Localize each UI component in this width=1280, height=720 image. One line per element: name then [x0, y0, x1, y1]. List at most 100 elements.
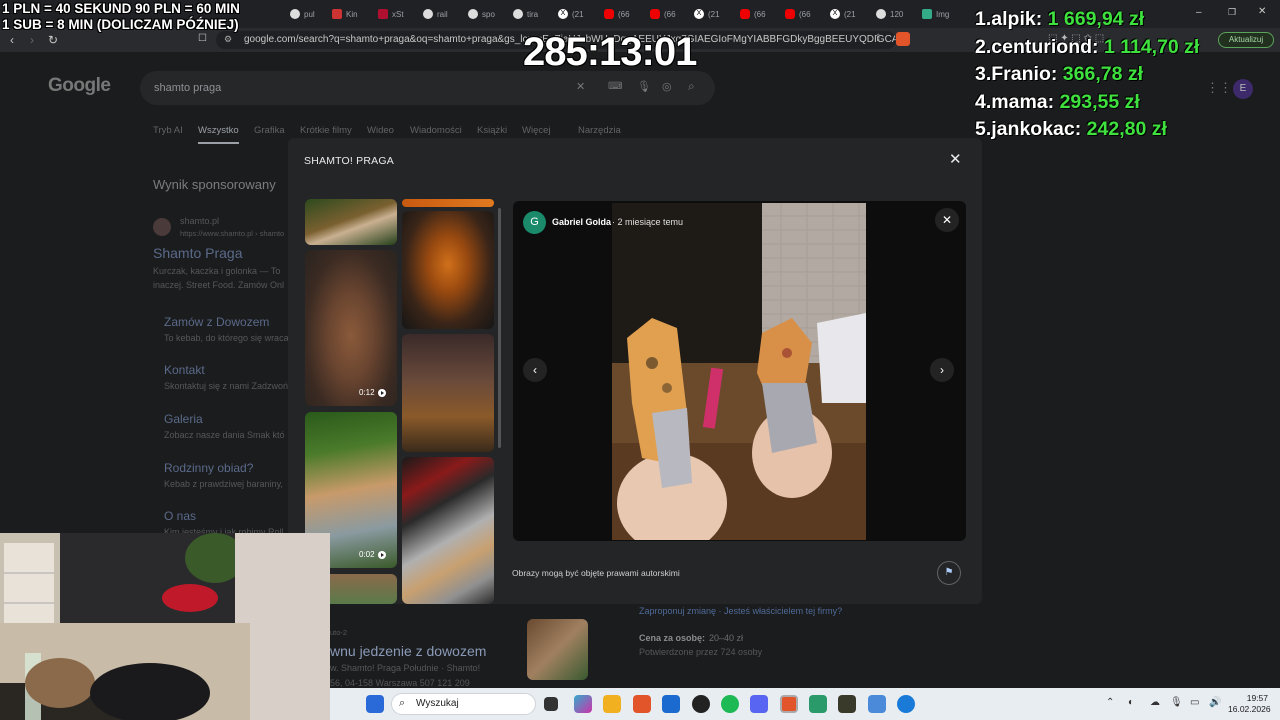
minimize-icon[interactable]: –	[1196, 7, 1202, 18]
previous-image-icon[interactable]: ‹	[523, 358, 547, 382]
taskbar-search[interactable]: Wyszukaj	[391, 693, 536, 715]
browser-tab[interactable]: spo	[468, 4, 495, 24]
account-avatar[interactable]: E	[1233, 79, 1253, 99]
suggest-edit-link[interactable]: Zaproponuj zmianę · Jesteś właścicielem …	[639, 606, 842, 616]
image-thumbnail[interactable]	[402, 211, 494, 329]
search-icon[interactable]: ⌕	[688, 79, 695, 94]
youtube-icon	[650, 9, 660, 19]
x-icon: X	[558, 9, 568, 19]
sitelink-about[interactable]: O nas	[164, 509, 196, 523]
clear-search-icon[interactable]: ✕	[576, 80, 585, 93]
close-window-icon[interactable]: ✕	[1258, 6, 1266, 17]
brave-shields-icon[interactable]	[896, 32, 910, 46]
tab-news[interactable]: Wiadomości	[410, 125, 462, 136]
x-icon: X	[830, 9, 840, 19]
sitelink-order[interactable]: Zamów z Dowozem	[164, 315, 269, 329]
file-explorer-icon[interactable]	[603, 695, 621, 713]
author-avatar[interactable]: G	[523, 211, 546, 234]
forward-icon[interactable]: ›	[30, 33, 34, 47]
start-icon[interactable]	[366, 695, 384, 713]
image-thumbnail[interactable]	[402, 334, 494, 452]
microphone-icon[interactable]: 🎙	[1170, 697, 1183, 708]
tab-tools[interactable]: Narzędzia	[578, 125, 621, 136]
thumbnail-scrollbar[interactable]	[498, 208, 501, 448]
browser-tab[interactable]: pul	[290, 4, 315, 24]
bookmark-icon[interactable]: ☐	[198, 33, 207, 44]
tab-books[interactable]: Książki	[477, 125, 507, 136]
browser-tab[interactable]: (66	[650, 4, 676, 24]
browser-tab[interactable]: X (21	[558, 4, 584, 24]
taskbar-clock[interactable]: 19:57 16.02.2026	[1228, 693, 1271, 715]
search-input[interactable]: shamto praga	[140, 71, 715, 105]
browser-tab[interactable]: 120	[876, 4, 903, 24]
browser-tab[interactable]: (66	[740, 4, 766, 24]
keyboard-icon[interactable]: ⌨	[608, 81, 622, 92]
tab-all[interactable]: Wszystko	[198, 125, 239, 144]
browser-tab[interactable]: (66	[604, 4, 630, 24]
browser-tab[interactable]: (66	[785, 4, 811, 24]
sitelink-desc: Skontaktuj się z nami Zadzwoń	[164, 381, 289, 391]
tray-cloud-icon[interactable]: ☁	[1150, 697, 1160, 708]
main-image[interactable]	[612, 203, 866, 540]
sitelink-gallery[interactable]: Galeria	[164, 412, 203, 426]
network-icon[interactable]: ▭	[1190, 697, 1199, 708]
store-icon[interactable]	[662, 695, 680, 713]
microphone-icon[interactable]: 🎙	[637, 80, 651, 93]
tab-images[interactable]: Grafika	[254, 125, 285, 136]
copyright-notice: Obrazy mogą być objęte prawami autorskim…	[512, 568, 680, 578]
tab-videos[interactable]: Wideo	[367, 125, 394, 136]
brave-active-icon[interactable]	[780, 695, 798, 713]
spotify-icon[interactable]	[721, 695, 739, 713]
back-icon[interactable]: ‹	[10, 33, 14, 47]
calculator-icon[interactable]	[868, 695, 886, 713]
copilot-icon[interactable]	[574, 695, 592, 713]
app-icon[interactable]	[809, 695, 827, 713]
task-view-icon[interactable]	[544, 697, 558, 711]
reload-icon[interactable]: ↻	[48, 33, 58, 47]
youtube-icon	[604, 9, 614, 19]
obs-icon[interactable]	[692, 695, 710, 713]
brave-icon[interactable]	[633, 695, 651, 713]
site-info-icon[interactable]: ⚙	[224, 34, 232, 45]
report-flag-icon[interactable]: ⚑	[937, 561, 961, 585]
price-value[interactable]: 20–40 zł	[709, 633, 743, 643]
apps-grid-icon[interactable]: ⋮⋮	[1206, 80, 1232, 96]
browser-tab[interactable]: X (21	[694, 4, 720, 24]
maximize-icon[interactable]: ❐	[1228, 7, 1236, 18]
discord-icon[interactable]	[750, 695, 768, 713]
close-icon[interactable]: ✕	[949, 150, 962, 168]
result-title-link[interactable]: wnu jedzenie z dowozem	[330, 643, 486, 659]
video-thumbnail[interactable]	[305, 250, 397, 406]
browser-tab[interactable]: tira	[513, 4, 538, 24]
result-thumbnail[interactable]	[527, 619, 588, 680]
browser-tab[interactable]: Kin	[332, 4, 358, 24]
lens-icon[interactable]: ◎	[662, 80, 672, 93]
share-icon[interactable]: ⇪	[874, 33, 882, 44]
tab-ai-mode[interactable]: Tryb AI	[153, 125, 183, 136]
browser-tab[interactable]: xSt	[378, 4, 404, 24]
browser-tab[interactable]: X (21	[830, 4, 856, 24]
next-image-icon[interactable]: ›	[930, 358, 954, 382]
kinguin-icon	[332, 9, 342, 19]
image-thumbnail[interactable]	[305, 199, 397, 245]
author-name[interactable]: Gabriel Golda	[552, 217, 611, 227]
volume-icon[interactable]: 🔊	[1209, 697, 1221, 708]
close-viewer-icon[interactable]: ✕	[935, 208, 959, 232]
app-icon[interactable]	[838, 695, 856, 713]
tray-app-icon[interactable]: ◐	[1128, 697, 1134, 708]
sitelink-family[interactable]: Rodzinny obiad?	[164, 461, 253, 475]
update-button[interactable]: Aktualizuj	[1218, 32, 1274, 48]
tab-more[interactable]: Więcej	[522, 125, 551, 136]
app-icon[interactable]	[897, 695, 915, 713]
google-logo[interactable]: Google	[48, 75, 111, 97]
sponsored-heading: Wynik sponsorowany	[153, 177, 276, 192]
browser-tab[interactable]: rail	[423, 4, 448, 24]
sitelink-contact[interactable]: Kontakt	[164, 363, 205, 377]
tray-chevron-icon[interactable]: ⌃	[1106, 697, 1114, 708]
tab-short-videos[interactable]: Krótkie filmy	[300, 125, 352, 136]
play-icon	[377, 550, 386, 559]
image-thumbnail[interactable]	[402, 199, 494, 207]
image-thumbnail[interactable]	[402, 457, 494, 604]
ad-title-link[interactable]: Shamto Praga	[153, 245, 243, 261]
browser-tab[interactable]: Img	[922, 4, 949, 24]
